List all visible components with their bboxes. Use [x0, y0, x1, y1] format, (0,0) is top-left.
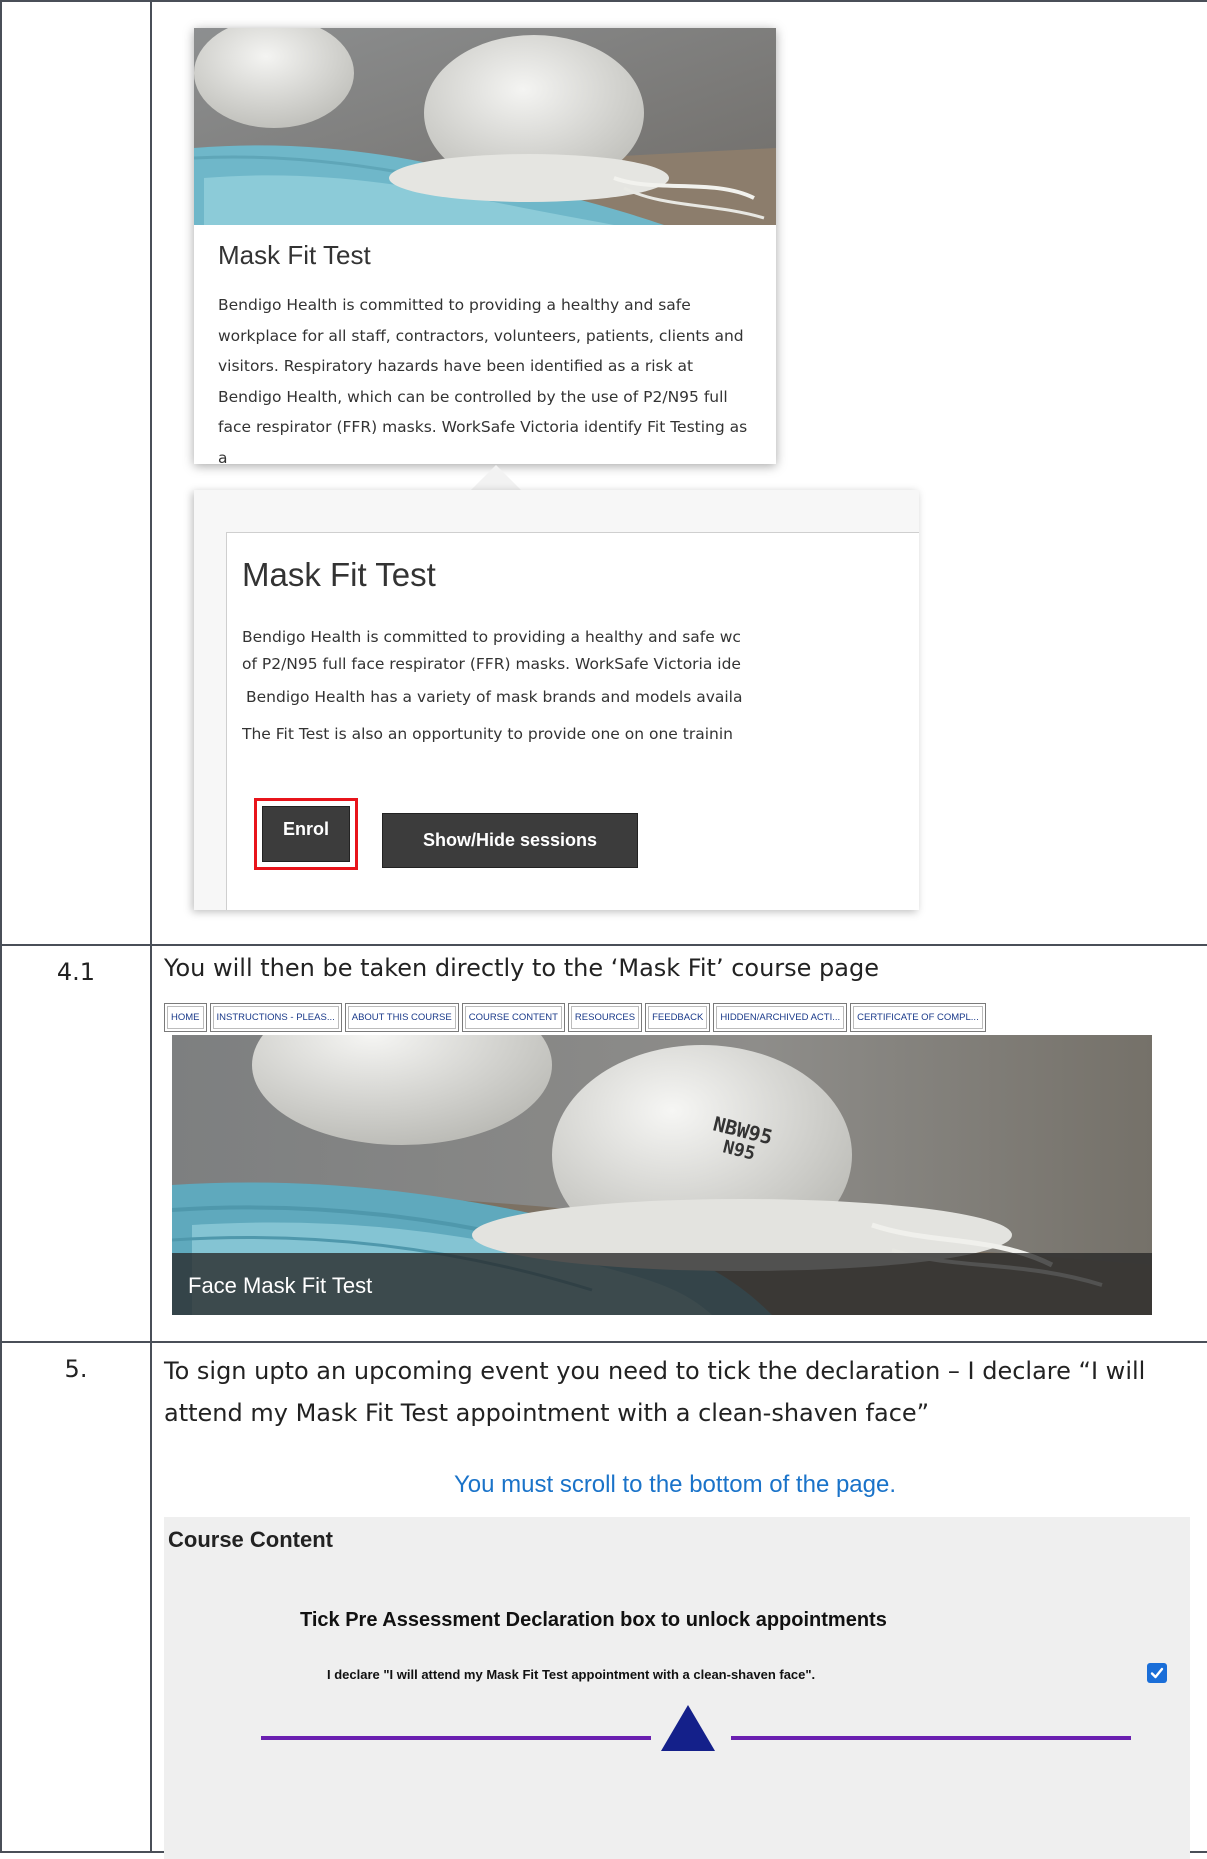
step-content-cell: To sign upto an upcoming event you need … [150, 1341, 1207, 1859]
table-row: 5. To sign upto an upcoming event you ne… [0, 1341, 1207, 1859]
nav-tab-certificate[interactable]: CERTIFICATE OF COMPL... [850, 1003, 986, 1032]
enrol-button[interactable]: Enrol [262, 806, 350, 862]
course-banner: NBW95 N95 Face Mask Fit Test [172, 1035, 1152, 1315]
popup-paragraph-1: Bendigo Health is committed to providing… [242, 624, 919, 678]
declaration-title: Tick Pre Assessment Declaration box to u… [300, 1609, 887, 1631]
popup-caret [470, 465, 522, 491]
declaration-text: I declare "I will attend my Mask Fit Tes… [327, 1667, 816, 1682]
show-hide-sessions-button[interactable]: Show/Hide sessions [382, 813, 638, 868]
popup-paragraph-1-line-2: of P2/N95 full face respirator (FFR) mas… [242, 655, 741, 673]
nav-tab-feedback[interactable]: FEEDBACK [645, 1003, 711, 1032]
divider-line-left [261, 1736, 651, 1740]
nav-tab-hidden-archived[interactable]: HIDDEN/ARCHIVED ACTI... [713, 1003, 848, 1032]
step-number-cell [0, 0, 152, 946]
nav-tab-about-this-course[interactable]: ABOUT THIS COURSE [344, 1003, 459, 1032]
step-number-cell: 4.1 [0, 944, 152, 1343]
nav-tab-home[interactable]: HOME [164, 1003, 207, 1032]
scroll-note: You must scroll to the bottom of the pag… [453, 1471, 897, 1498]
popup-paragraph-2: Bendigo Health has a variety of mask bra… [242, 684, 919, 711]
table-row: 4.1 You will then be taken directly to t… [0, 944, 1207, 1343]
popup-title: Mask Fit Test [242, 556, 436, 593]
nav-tab-resources[interactable]: RESOURCES [567, 1003, 643, 1032]
triangle-icon [661, 1705, 715, 1751]
declaration-checkbox[interactable] [1147, 1663, 1167, 1683]
step-content-cell: You will then be taken directly to the ‘… [150, 944, 1207, 1343]
checkmark-icon [1150, 1667, 1164, 1679]
course-card[interactable]: Mask Fit Test Bendigo Health is committe… [194, 28, 776, 464]
popup-paragraph-1-line-1: Bendigo Health is committed to providing… [242, 628, 741, 646]
card-title: Mask Fit Test [218, 240, 371, 270]
course-nav-bar: HOME INSTRUCTIONS - PLEAS... ABOUT THIS … [164, 1003, 986, 1032]
popup-paragraph-2-text: Bendigo Health has a variety of mask bra… [246, 688, 743, 706]
step-5-text-line-2: attend my Mask Fit Test appointment with… [164, 1399, 930, 1427]
nav-tab-course-content[interactable]: COURSE CONTENT [461, 1003, 565, 1032]
step-number-cell: 5. [0, 1341, 152, 1853]
instruction-table: Mask Fit Test Bendigo Health is committe… [0, 0, 1207, 1859]
course-content-panel: Course Content Tick Pre Assessment Decla… [164, 1517, 1190, 1859]
step-5-text-line-1: To sign upto an upcoming event you need … [164, 1357, 1146, 1385]
popup-paragraph-3: The Fit Test is also an opportunity to p… [242, 725, 733, 743]
card-description: Bendigo Health is committed to providing… [218, 296, 748, 464]
step-4-1-text: You will then be taken directly to the ‘… [164, 954, 879, 982]
step-content-cell: Mask Fit Test Bendigo Health is committe… [150, 0, 1207, 946]
enrol-popup: Mask Fit Test Bendigo Health is committe… [194, 490, 919, 910]
mask-photo-thumbnail [194, 28, 776, 225]
table-row: Mask Fit Test Bendigo Health is committe… [0, 0, 1207, 946]
banner-caption: Face Mask Fit Test [188, 1273, 373, 1298]
nav-tab-instructions[interactable]: INSTRUCTIONS - PLEAS... [209, 1003, 342, 1032]
course-content-heading: Course Content [168, 1527, 333, 1552]
divider-line-right [731, 1736, 1131, 1740]
